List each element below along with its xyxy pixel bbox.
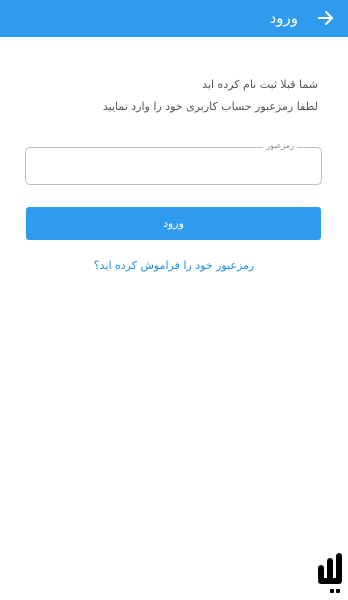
info-line-enter-password: لطفا رمزعبور حساب کاربری خود را وارد نما… xyxy=(102,100,318,113)
info-text: شما قبلا ثبت نام کرده اید لطفا رمزعبور ح… xyxy=(18,74,318,118)
brand-logo-icon xyxy=(318,553,342,593)
password-label: رمزعبور xyxy=(263,140,297,152)
info-line-registered: شما قبلا ثبت نام کرده اید xyxy=(202,78,318,91)
password-field[interactable]: رمزعبور xyxy=(25,140,322,185)
app-bar: ورود xyxy=(0,0,348,37)
page-title: ورود xyxy=(269,9,298,27)
forgot-password-link[interactable]: رمزعبور خود را فراموش کرده اید؟ xyxy=(0,256,348,276)
password-input[interactable] xyxy=(32,152,319,182)
login-button[interactable]: ورود xyxy=(26,207,321,240)
arrow-right-icon[interactable] xyxy=(316,8,336,28)
